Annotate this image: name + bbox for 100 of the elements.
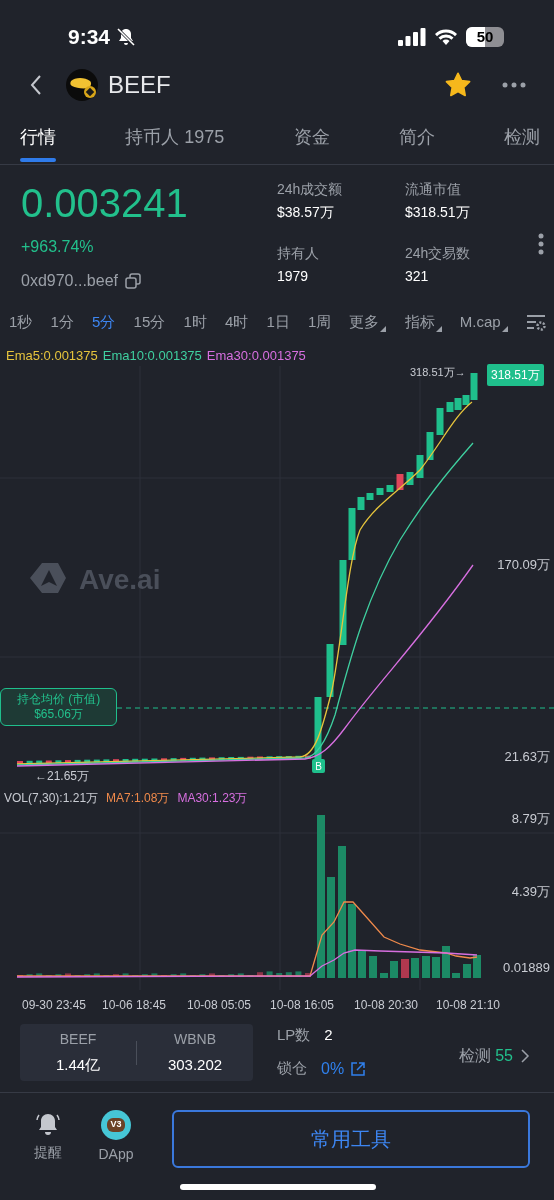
candle <box>266 756 273 760</box>
candle <box>314 697 322 760</box>
legend-label: VOL(7,30):1.21万 <box>4 790 99 807</box>
volume-bar <box>442 946 450 978</box>
pool-token-symbol: BEEF <box>59 1029 97 1049</box>
volume-bar <box>432 957 440 978</box>
candle <box>45 760 52 764</box>
lp-count: 2 <box>324 1025 333 1045</box>
interval-tab[interactable]: 5分 <box>92 311 116 334</box>
tab[interactable]: 检测 <box>504 110 540 164</box>
price-value: 0.003241 <box>21 180 189 227</box>
lock-link[interactable]: 0% <box>321 1056 367 1081</box>
stat-value: $38.57万 <box>277 203 335 222</box>
copy-icon[interactable] <box>123 272 142 290</box>
token-logo <box>66 69 98 101</box>
axis-label: 21.63万 <box>504 748 550 766</box>
candle <box>55 760 62 764</box>
candle <box>376 488 384 495</box>
time-label: 10-08 16:05 <box>269 997 335 1014</box>
candle <box>26 760 33 764</box>
volume-bar <box>285 972 292 977</box>
volume-bar <box>113 974 119 977</box>
star-icon[interactable] <box>444 71 472 99</box>
signal-icon <box>398 28 426 46</box>
interval-tab[interactable]: 1周 <box>307 311 332 334</box>
settings-icon[interactable] <box>525 313 546 332</box>
interval-tab[interactable]: 指标 <box>404 311 442 334</box>
time-label: 10-08 21:10 <box>435 997 501 1014</box>
candle <box>65 760 71 764</box>
interval-tab[interactable]: 15分 <box>133 311 166 334</box>
candle <box>161 758 167 762</box>
time-label: 09-30 23:45 <box>21 997 87 1014</box>
watermark-logo-icon <box>30 563 66 593</box>
lp-label: LP数 <box>277 1025 311 1045</box>
position-label: 持仓均价 (市值) <box>16 692 101 707</box>
volume-bar <box>65 973 71 977</box>
candle <box>17 761 23 764</box>
interval-tab[interactable]: 1分 <box>50 311 74 334</box>
legend-label: Ema10:0.001375 <box>102 346 202 365</box>
volume-bar <box>276 973 283 977</box>
interval-tab[interactable]: 4时 <box>224 311 249 334</box>
bottom-nav-item[interactable]: 提醒 <box>24 1110 72 1163</box>
interval-tab[interactable]: 1日 <box>266 311 290 334</box>
volume-bar <box>295 971 302 977</box>
legend-label: MA7:1.08万 <box>106 790 170 807</box>
candle <box>426 432 434 460</box>
candle <box>141 758 148 762</box>
volume-bar <box>266 971 273 977</box>
stat-value: $318.51万 <box>405 203 471 222</box>
dapp-icon: V3 <box>101 1110 131 1140</box>
last-price-label: 318.51万→ <box>410 365 466 380</box>
stat-label: 流通市值 <box>405 180 462 199</box>
bottom-nav-item[interactable]: V3 DApp <box>92 1110 140 1165</box>
price-change: +963.74% <box>21 237 95 257</box>
axis-label: 0.01889 <box>503 959 550 977</box>
candle <box>436 408 444 435</box>
tab[interactable]: 持币人 1975 <box>125 110 225 164</box>
back-icon[interactable] <box>28 73 44 97</box>
interval-tab[interactable]: 1秒 <box>9 311 33 334</box>
candle <box>74 759 81 763</box>
candle <box>199 757 206 761</box>
tools-button[interactable]: 常用工具 <box>172 1110 530 1168</box>
more-icon[interactable] <box>502 82 526 88</box>
wifi-icon <box>434 28 458 46</box>
volume-bar <box>401 959 409 978</box>
volume-bar <box>151 973 158 977</box>
candle <box>132 758 139 762</box>
tab[interactable]: 行情 <box>20 110 56 164</box>
stat-label: 24h交易数 <box>405 244 472 263</box>
volume-bar <box>411 958 419 978</box>
token-title: BEEF <box>108 70 171 100</box>
candle <box>228 757 235 760</box>
tab[interactable]: 简介 <box>398 110 435 164</box>
interval-tab[interactable]: 1时 <box>183 311 207 334</box>
interval-tab[interactable]: M.cap <box>459 311 508 334</box>
more-vertical-icon[interactable] <box>538 233 544 255</box>
position-value: $65.06万 <box>34 707 83 722</box>
volume-bar <box>473 955 481 978</box>
volume-bar <box>237 973 244 977</box>
candle <box>180 757 187 761</box>
low-price-label: ←21.65万 <box>35 768 90 785</box>
legend-label: Ema5:0.001375 <box>6 346 98 365</box>
candle <box>209 757 215 761</box>
candle <box>276 756 283 760</box>
candle <box>113 759 119 763</box>
contract-address: 0xd970...beef <box>21 271 118 291</box>
legend-label: MA30:1.23万 <box>177 790 248 807</box>
stat-value: 321 <box>405 267 430 286</box>
candle <box>305 755 311 759</box>
axis-label: 4.39万 <box>511 883 550 901</box>
axis-label: 170.09万 <box>497 556 550 574</box>
volume-bar <box>209 973 215 977</box>
tab[interactable]: 资金 <box>293 110 330 164</box>
volume-bar <box>199 974 206 977</box>
check-link[interactable]: 检测 55 <box>459 1044 530 1068</box>
time-label: 10-06 18:45 <box>101 997 167 1014</box>
pool-token-symbol: WBNB <box>174 1029 216 1049</box>
candle <box>285 756 292 759</box>
lock-label: 锁仓 <box>277 1058 307 1079</box>
interval-tab[interactable]: 更多 <box>349 311 387 334</box>
